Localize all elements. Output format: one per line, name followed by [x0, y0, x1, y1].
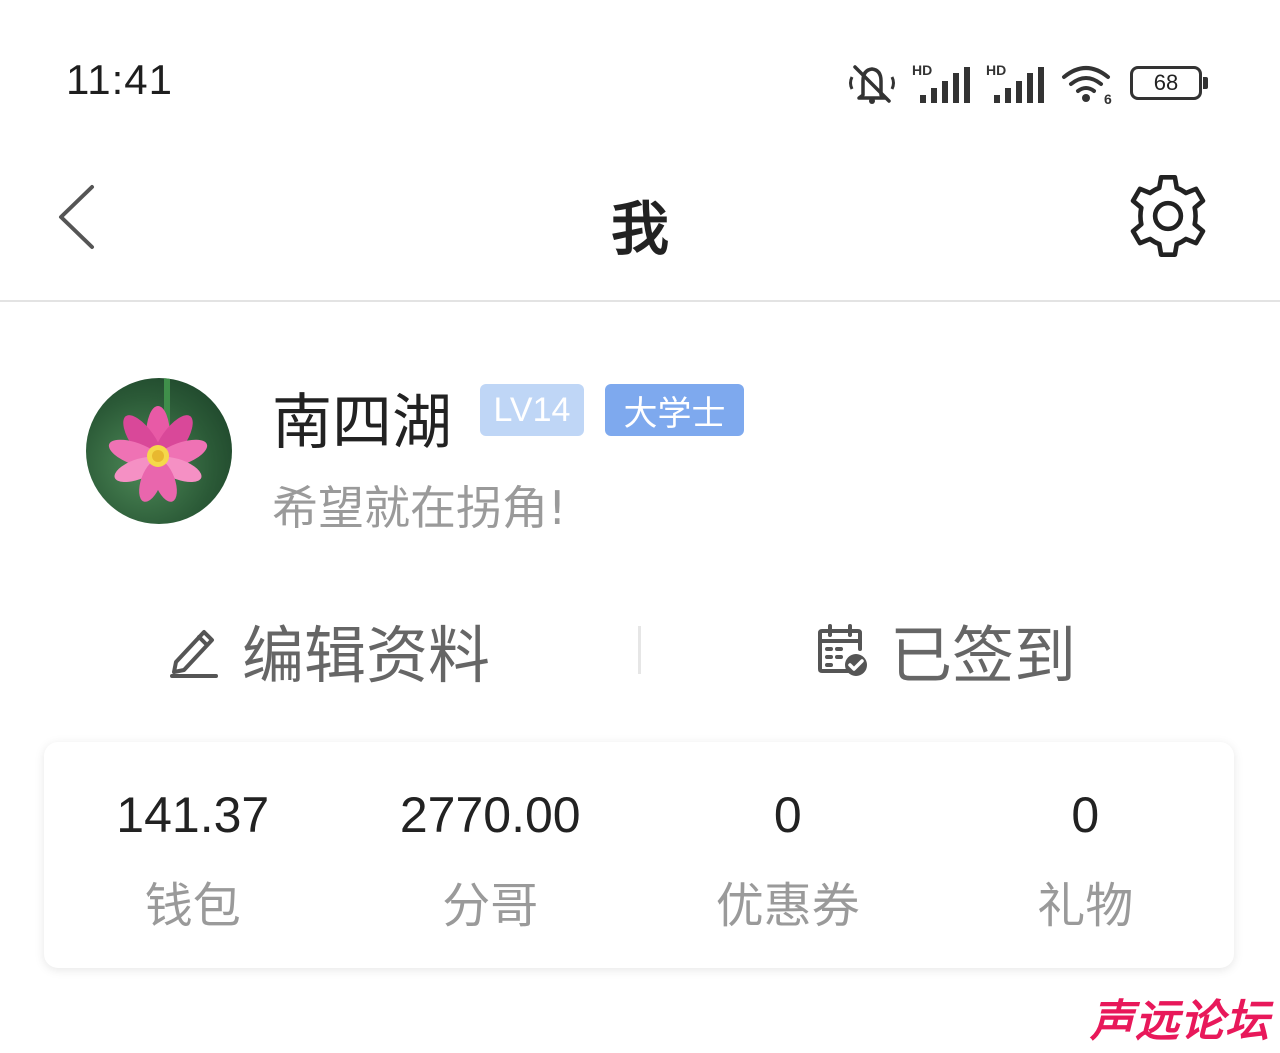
signature: 希望就在拐角! — [272, 481, 567, 535]
edit-profile-label: 编辑资料 — [242, 619, 491, 692]
svg-text:6: 6 — [1104, 91, 1112, 105]
title-badge: 大学士 — [605, 384, 744, 436]
stat-value: 0 — [773, 787, 802, 843]
svg-text:HD: HD — [912, 62, 932, 78]
gear-icon — [1130, 175, 1206, 257]
battery-level: 68 — [1153, 70, 1179, 95]
stat-gifts[interactable]: 0 礼物 — [937, 742, 1235, 968]
battery-icon: 68 — [1130, 66, 1208, 100]
status-bar: 11:41 HD HD 6 68 — [0, 0, 1280, 150]
settings-button[interactable] — [1120, 168, 1216, 264]
status-time: 11:41 — [66, 56, 173, 103]
pencil-icon — [170, 630, 218, 678]
lotus-image — [108, 378, 208, 502]
stat-label: 优惠券 — [715, 878, 860, 934]
stat-value: 2770.00 — [399, 787, 581, 843]
stat-label: 礼物 — [1037, 878, 1134, 934]
hd-signal-icon: HD — [912, 61, 972, 105]
action-divider — [638, 626, 641, 674]
svg-text:HD: HD — [986, 62, 1006, 78]
checkin-button[interactable]: 已签到 — [816, 610, 1076, 692]
avatar[interactable] — [86, 378, 232, 524]
stat-coupons[interactable]: 0 优惠券 — [639, 742, 937, 968]
edit-profile-button[interactable]: 编辑资料 — [168, 610, 490, 692]
stat-value: 0 — [1071, 787, 1100, 843]
stat-value: 141.37 — [116, 787, 270, 843]
calendar-check-icon — [818, 624, 867, 676]
status-icons: HD HD 6 68 — [846, 58, 1208, 108]
stat-points[interactable]: 2770.00 分哥 — [342, 742, 640, 968]
level-badge: LV14 — [480, 384, 584, 436]
stat-wallet[interactable]: 141.37 钱包 — [44, 742, 342, 968]
stat-label: 钱包 — [144, 878, 241, 934]
stats-card: 141.37 钱包 2770.00 分哥 0 优惠券 0 礼物 — [44, 742, 1234, 968]
checkin-label: 已签到 — [890, 619, 1077, 692]
page-title: 我 — [610, 195, 669, 263]
stat-label: 分哥 — [442, 878, 539, 934]
mute-icon — [846, 61, 898, 105]
wifi-icon: 6 — [1060, 61, 1116, 105]
username: 南四湖 — [272, 388, 452, 458]
watermark: 声远论坛 — [1090, 996, 1270, 1047]
nav-bar: 我 — [0, 150, 1280, 302]
hd-signal-icon: HD — [986, 61, 1046, 105]
